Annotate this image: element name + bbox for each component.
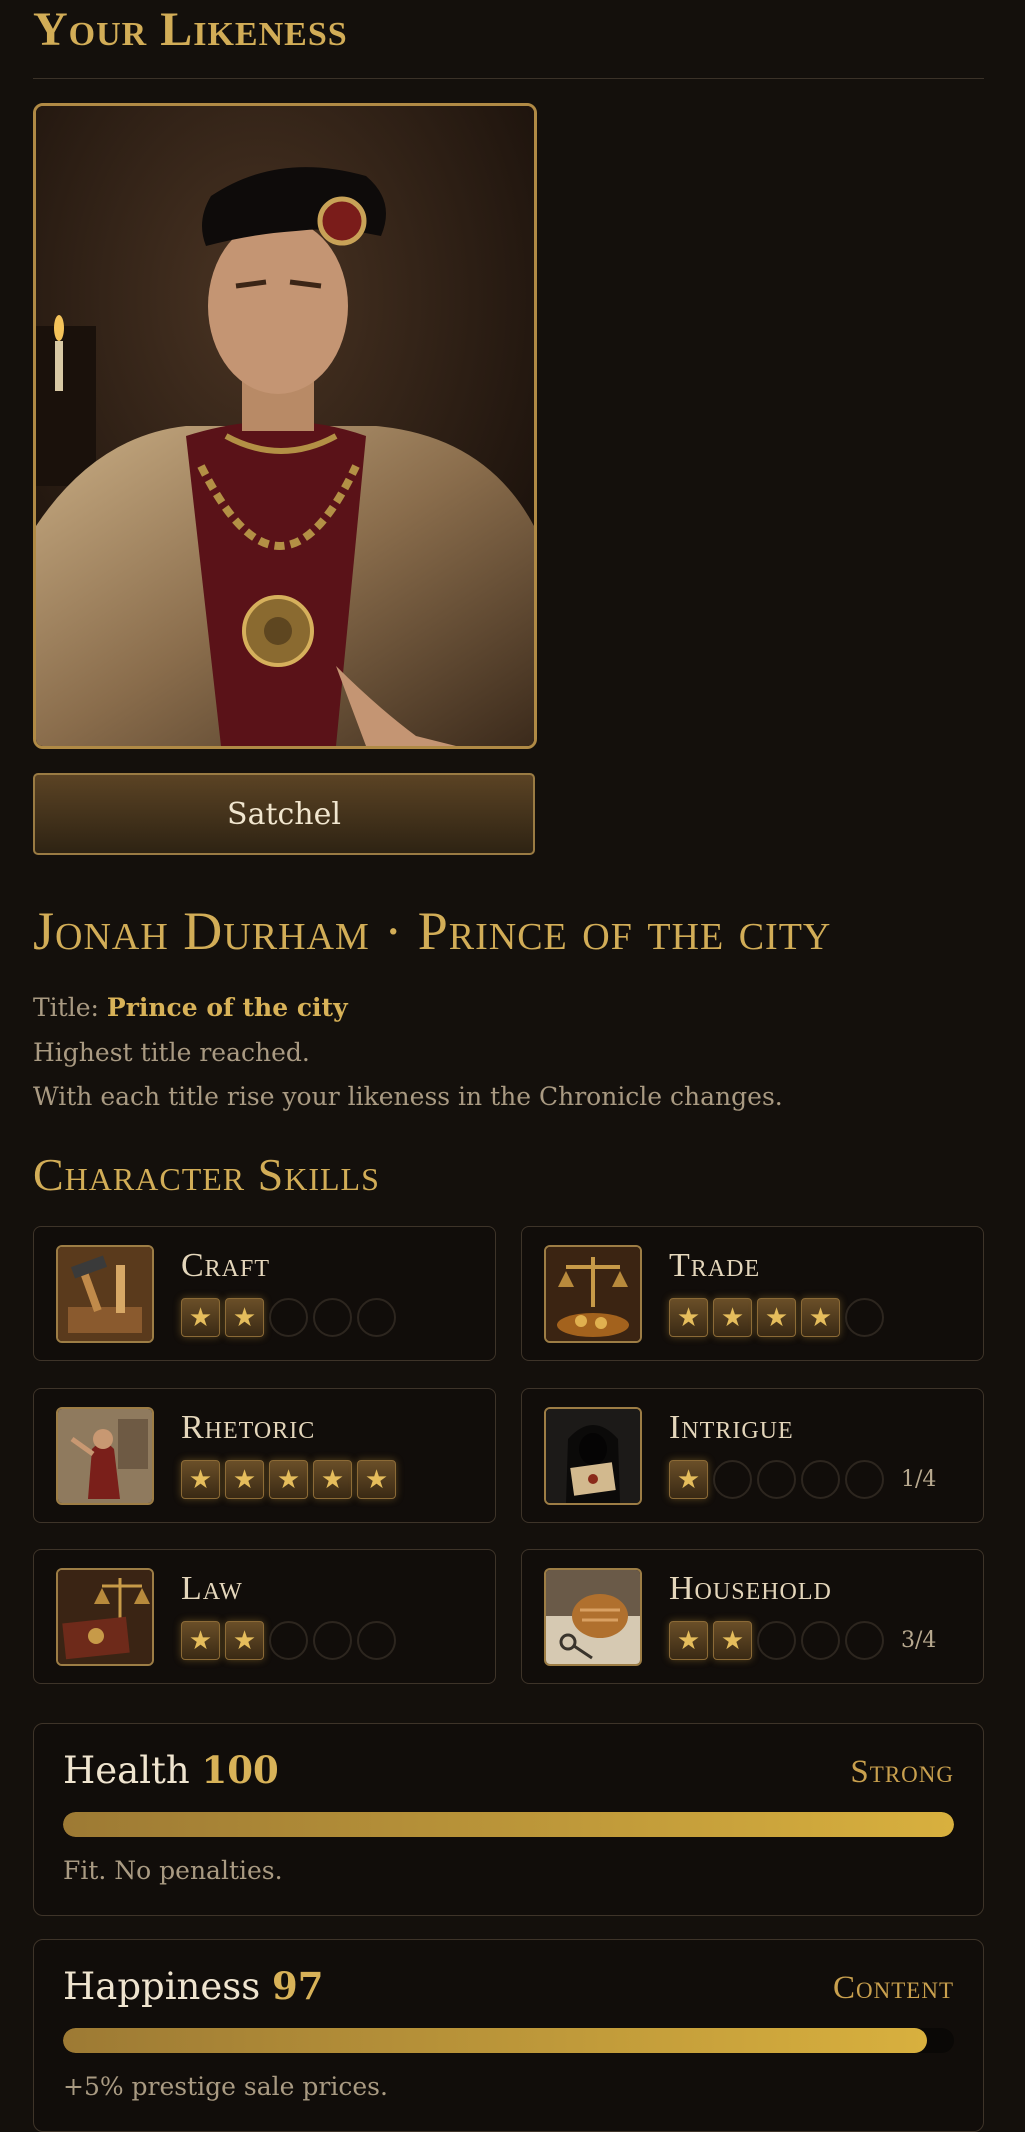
health-state: Strong bbox=[850, 1754, 954, 1790]
health-value: 100 bbox=[201, 1748, 279, 1792]
star-filled-icon: ★ bbox=[181, 1460, 220, 1499]
star-filled-icon: ★ bbox=[357, 1460, 396, 1499]
star-empty-icon bbox=[845, 1298, 884, 1337]
skill-card-rhetoric: Rhetoric ★ ★ ★ ★ ★ bbox=[33, 1388, 496, 1523]
skill-name: Craft bbox=[181, 1247, 271, 1284]
skill-card-household: Household ★ ★ 3/4 bbox=[521, 1549, 984, 1684]
star-empty-icon bbox=[713, 1460, 752, 1499]
health-bar-fill bbox=[63, 1812, 954, 1837]
health-panel: Health 100 Strong Fit. No penalties. bbox=[33, 1723, 984, 1916]
star-empty-icon bbox=[357, 1621, 396, 1660]
title-label: Title: bbox=[33, 993, 99, 1022]
orator-icon bbox=[56, 1407, 154, 1505]
character-name-title: Jonah Durham · Prince of the city bbox=[33, 901, 832, 961]
health-bar bbox=[63, 1812, 954, 1837]
happiness-bar bbox=[63, 2028, 954, 2053]
star-filled-icon: ★ bbox=[669, 1460, 708, 1499]
skill-stars: ★ ★ ★ ★ bbox=[669, 1298, 884, 1337]
star-empty-icon bbox=[801, 1621, 840, 1660]
skill-name: Law bbox=[181, 1570, 243, 1607]
skill-stars: ★ 1/4 bbox=[669, 1460, 936, 1499]
title-value: Prince of the city bbox=[106, 993, 348, 1022]
star-filled-icon: ★ bbox=[313, 1460, 352, 1499]
skill-stars: ★ ★ bbox=[181, 1621, 396, 1660]
star-empty-icon bbox=[313, 1621, 352, 1660]
skill-card-intrigue: Intrigue ★ 1/4 bbox=[521, 1388, 984, 1523]
law-book-scales-icon bbox=[56, 1568, 154, 1666]
likeness-note: With each title rise your likeness in th… bbox=[33, 1082, 783, 1111]
satchel-button[interactable]: Satchel bbox=[33, 773, 535, 855]
skill-stars: ★ ★ bbox=[181, 1298, 396, 1337]
star-filled-icon: ★ bbox=[669, 1621, 708, 1660]
skill-stars: ★ ★ ★ ★ ★ bbox=[181, 1460, 396, 1499]
star-filled-icon: ★ bbox=[713, 1298, 752, 1337]
title-line: Title: Prince of the city bbox=[33, 993, 348, 1022]
skill-card-trade: Trade ★ ★ ★ ★ bbox=[521, 1226, 984, 1361]
happiness-value: 97 bbox=[272, 1964, 324, 2008]
star-empty-icon bbox=[757, 1621, 796, 1660]
portrait-image bbox=[36, 106, 534, 746]
star-empty-icon bbox=[757, 1460, 796, 1499]
skill-stars: ★ ★ 3/4 bbox=[669, 1621, 936, 1660]
skill-progress: 3/4 bbox=[901, 1628, 937, 1653]
star-empty-icon bbox=[357, 1298, 396, 1337]
star-filled-icon: ★ bbox=[669, 1298, 708, 1337]
happiness-state: Content bbox=[833, 1970, 954, 2006]
health-description: Fit. No penalties. bbox=[63, 1856, 283, 1885]
star-empty-icon bbox=[845, 1621, 884, 1660]
happiness-label: Happiness bbox=[63, 1965, 261, 2008]
skill-name: Intrigue bbox=[669, 1409, 794, 1446]
star-empty-icon bbox=[801, 1460, 840, 1499]
title-note: Highest title reached. bbox=[33, 1038, 310, 1067]
happiness-panel: Happiness 97 Content +5% prestige sale p… bbox=[33, 1939, 984, 2132]
star-filled-icon: ★ bbox=[225, 1621, 264, 1660]
skill-card-craft: Craft ★ ★ bbox=[33, 1226, 496, 1361]
star-filled-icon: ★ bbox=[181, 1621, 220, 1660]
scales-coins-icon bbox=[544, 1245, 642, 1343]
skill-progress: 1/4 bbox=[901, 1467, 937, 1492]
star-empty-icon bbox=[269, 1621, 308, 1660]
star-filled-icon: ★ bbox=[801, 1298, 840, 1337]
star-empty-icon bbox=[269, 1298, 308, 1337]
health-label-line: Health 100 bbox=[63, 1748, 279, 1792]
happiness-description: +5% prestige sale prices. bbox=[63, 2072, 388, 2101]
section-title-likeness: Your Likeness bbox=[33, 3, 348, 56]
star-filled-icon: ★ bbox=[181, 1298, 220, 1337]
star-empty-icon bbox=[845, 1460, 884, 1499]
divider bbox=[33, 78, 984, 79]
star-filled-icon: ★ bbox=[713, 1621, 752, 1660]
star-filled-icon: ★ bbox=[269, 1460, 308, 1499]
health-label: Health bbox=[63, 1749, 190, 1792]
character-portrait bbox=[33, 103, 537, 749]
happiness-label-line: Happiness 97 bbox=[63, 1964, 324, 2008]
section-title-skills: Character Skills bbox=[33, 1149, 380, 1200]
star-filled-icon: ★ bbox=[225, 1460, 264, 1499]
hooded-letter-icon bbox=[544, 1407, 642, 1505]
star-filled-icon: ★ bbox=[225, 1298, 264, 1337]
skill-name: Household bbox=[669, 1570, 832, 1607]
bread-keys-icon bbox=[544, 1568, 642, 1666]
skill-name: Trade bbox=[669, 1247, 761, 1284]
hammer-chisel-icon bbox=[56, 1245, 154, 1343]
skill-card-law: Law ★ ★ bbox=[33, 1549, 496, 1684]
star-empty-icon bbox=[313, 1298, 352, 1337]
skill-name: Rhetoric bbox=[181, 1409, 316, 1446]
happiness-bar-fill bbox=[63, 2028, 928, 2053]
star-filled-icon: ★ bbox=[757, 1298, 796, 1337]
